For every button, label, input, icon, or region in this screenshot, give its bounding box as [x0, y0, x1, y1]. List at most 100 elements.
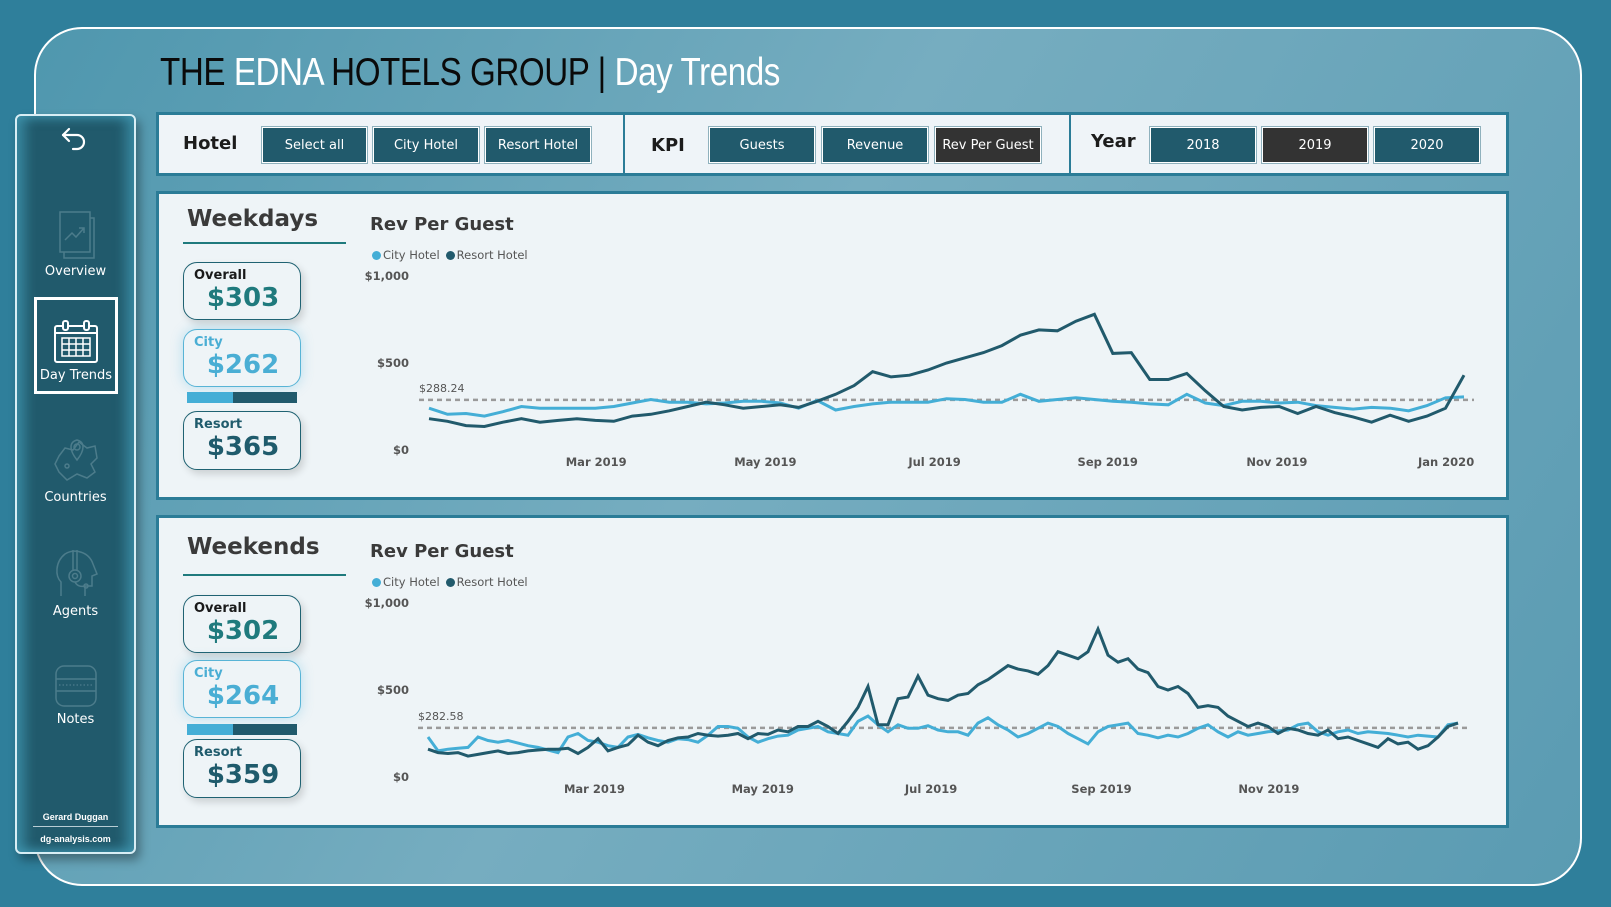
legend-dot-icon — [372, 251, 381, 260]
notes-icon — [54, 665, 97, 707]
weekdays-resort-card: Resort $365 — [183, 411, 301, 470]
x-tick-label: May 2019 — [734, 455, 796, 469]
kpi-value: $264 — [206, 681, 280, 711]
x-tick-label: Jul 2019 — [907, 455, 960, 469]
weekends-resort-card: Resort $359 — [183, 739, 301, 798]
kpi-value: $365 — [206, 432, 280, 462]
weekdays-title: Weekdays — [187, 206, 319, 232]
kpi-revenue-button[interactable]: Revenue — [821, 126, 929, 164]
legend-item-resort[interactable]: Resort Hotel — [445, 575, 528, 589]
kpi-value: $359 — [206, 760, 280, 790]
weekends-chart-title: Rev Per Guest — [370, 541, 514, 562]
reference-line-label: $282.58 — [418, 710, 464, 723]
hotel-select-all-button[interactable]: Select all — [261, 126, 368, 164]
report-chart-icon — [58, 211, 95, 259]
city-hotel-line — [428, 392, 1465, 418]
hotel-resort-button[interactable]: Resort Hotel — [484, 126, 592, 164]
hotel-filter-label: Hotel — [183, 133, 238, 154]
kpi-label: Overall — [194, 268, 247, 283]
year-2020-button[interactable]: 2020 — [1373, 126, 1481, 164]
undo-arrow-icon — [61, 127, 86, 151]
weekdays-split-bar — [187, 392, 297, 403]
split-bar-resort — [233, 724, 297, 735]
title-part-group: HOTELS GROUP | — [322, 51, 615, 94]
legend-item-city[interactable]: City Hotel — [372, 248, 440, 262]
title-part-the: THE — [160, 51, 234, 94]
weekdays-overall-card: Overall $303 — [183, 262, 301, 320]
filter-divider — [623, 115, 625, 173]
sidebar-item-agents[interactable]: Agents — [17, 546, 134, 619]
title-part-edna: EDNA — [233, 51, 323, 94]
year-filter-label: Year — [1091, 131, 1136, 152]
sidebar-item-label: Countries — [44, 490, 107, 505]
kpi-label: Resort — [194, 417, 243, 432]
legend-label: Resort Hotel — [456, 248, 528, 262]
map-pin-icon — [53, 439, 98, 481]
x-tick-label: Sep 2019 — [1078, 455, 1138, 469]
sidebar-item-label: Day Trends — [39, 368, 113, 383]
weekdays-city-card: City $262 — [183, 329, 301, 387]
title-part-page: Day Trends — [614, 51, 781, 94]
y-tick-label: $500 — [377, 683, 409, 697]
weekends-chart-legend: City Hotel Resort Hotel — [372, 575, 528, 589]
x-tick-label: Jan 2020 — [1417, 455, 1474, 469]
headset-agent-icon — [55, 550, 98, 596]
legend-dot-icon — [372, 578, 381, 587]
kpi-label: Resort — [194, 745, 243, 760]
split-bar-city — [187, 392, 234, 403]
y-tick-label: $0 — [393, 770, 409, 784]
title-underline — [183, 242, 346, 244]
split-bar-resort — [233, 392, 297, 403]
legend-item-city[interactable]: City Hotel — [372, 575, 440, 589]
x-tick-label: Mar 2019 — [564, 782, 625, 796]
back-button[interactable] — [57, 122, 93, 158]
kpi-label: City — [194, 666, 223, 681]
x-tick-label: Sep 2019 — [1071, 782, 1131, 796]
y-tick-label: $500 — [377, 356, 409, 370]
legend-dot-icon — [445, 251, 455, 260]
weekdays-chart-legend: City Hotel Resort Hotel — [372, 248, 528, 262]
title-underline — [183, 574, 346, 576]
weekends-split-bar — [187, 724, 297, 735]
weekends-city-card: City $264 — [183, 660, 301, 718]
filter-bar: Hotel Select all City Hotel Resort Hotel… — [156, 112, 1509, 176]
weekends-line-chart[interactable]: $0 $500 $1,000 Mar 2019 May 2019 Jul 2019 Sep … — [359, 593, 1484, 803]
kpi-value: $303 — [206, 283, 280, 313]
author-divider — [33, 826, 118, 827]
sidebar-item-notes[interactable]: Notes — [17, 664, 134, 727]
city-hotel-line — [426, 714, 1459, 755]
sidebar-item-countries[interactable]: Countries — [17, 434, 134, 505]
weekdays-chart-title: Rev Per Guest — [370, 214, 514, 235]
kpi-value: $302 — [206, 616, 280, 646]
filter-divider — [1069, 115, 1071, 173]
x-tick-label: Mar 2019 — [566, 455, 627, 469]
legend-label: City Hotel — [383, 248, 440, 262]
kpi-rev-per-guest-button[interactable]: Rev Per Guest — [934, 126, 1042, 164]
author-name: Gerard Duggan — [42, 812, 109, 822]
x-tick-label: Nov 2019 — [1246, 455, 1307, 469]
legend-item-resort[interactable]: Resort Hotel — [445, 248, 528, 262]
author-site-link[interactable]: dg-analysis.com — [27, 834, 124, 844]
weekends-panel: Weekends Overall $302 City $264 Resort $… — [156, 515, 1509, 828]
kpi-guests-button[interactable]: Guests — [708, 126, 816, 164]
split-bar-city — [187, 724, 234, 735]
year-2019-button[interactable]: 2019 — [1261, 126, 1369, 164]
page-title: THE EDNA HOTELS GROUP | Day Trends — [160, 50, 780, 96]
y-tick-label: $1,000 — [365, 596, 409, 610]
sidebar-item-overview[interactable]: Overview — [17, 208, 134, 279]
year-2018-button[interactable]: 2018 — [1149, 126, 1257, 164]
legend-label: City Hotel — [383, 575, 440, 589]
kpi-label: Overall — [194, 601, 247, 616]
sidebar-item-label: Agents — [52, 604, 99, 619]
reference-line-label: $288.24 — [419, 382, 465, 395]
kpi-value: $262 — [206, 350, 280, 380]
sidebar-item-label: Notes — [56, 712, 95, 727]
sidebar-item-day-trends[interactable]: Day Trends — [34, 297, 118, 394]
x-tick-label: Nov 2019 — [1238, 782, 1299, 796]
x-tick-label: May 2019 — [732, 782, 794, 796]
hotel-city-button[interactable]: City Hotel — [372, 126, 480, 164]
x-tick-label: Jul 2019 — [904, 782, 957, 796]
weekends-title: Weekends — [187, 534, 320, 560]
weekdays-line-chart[interactable]: $0 $500 $1,000 Mar 2019 May 2019 Jul 2019 Sep … — [359, 266, 1484, 476]
legend-dot-icon — [445, 578, 455, 587]
